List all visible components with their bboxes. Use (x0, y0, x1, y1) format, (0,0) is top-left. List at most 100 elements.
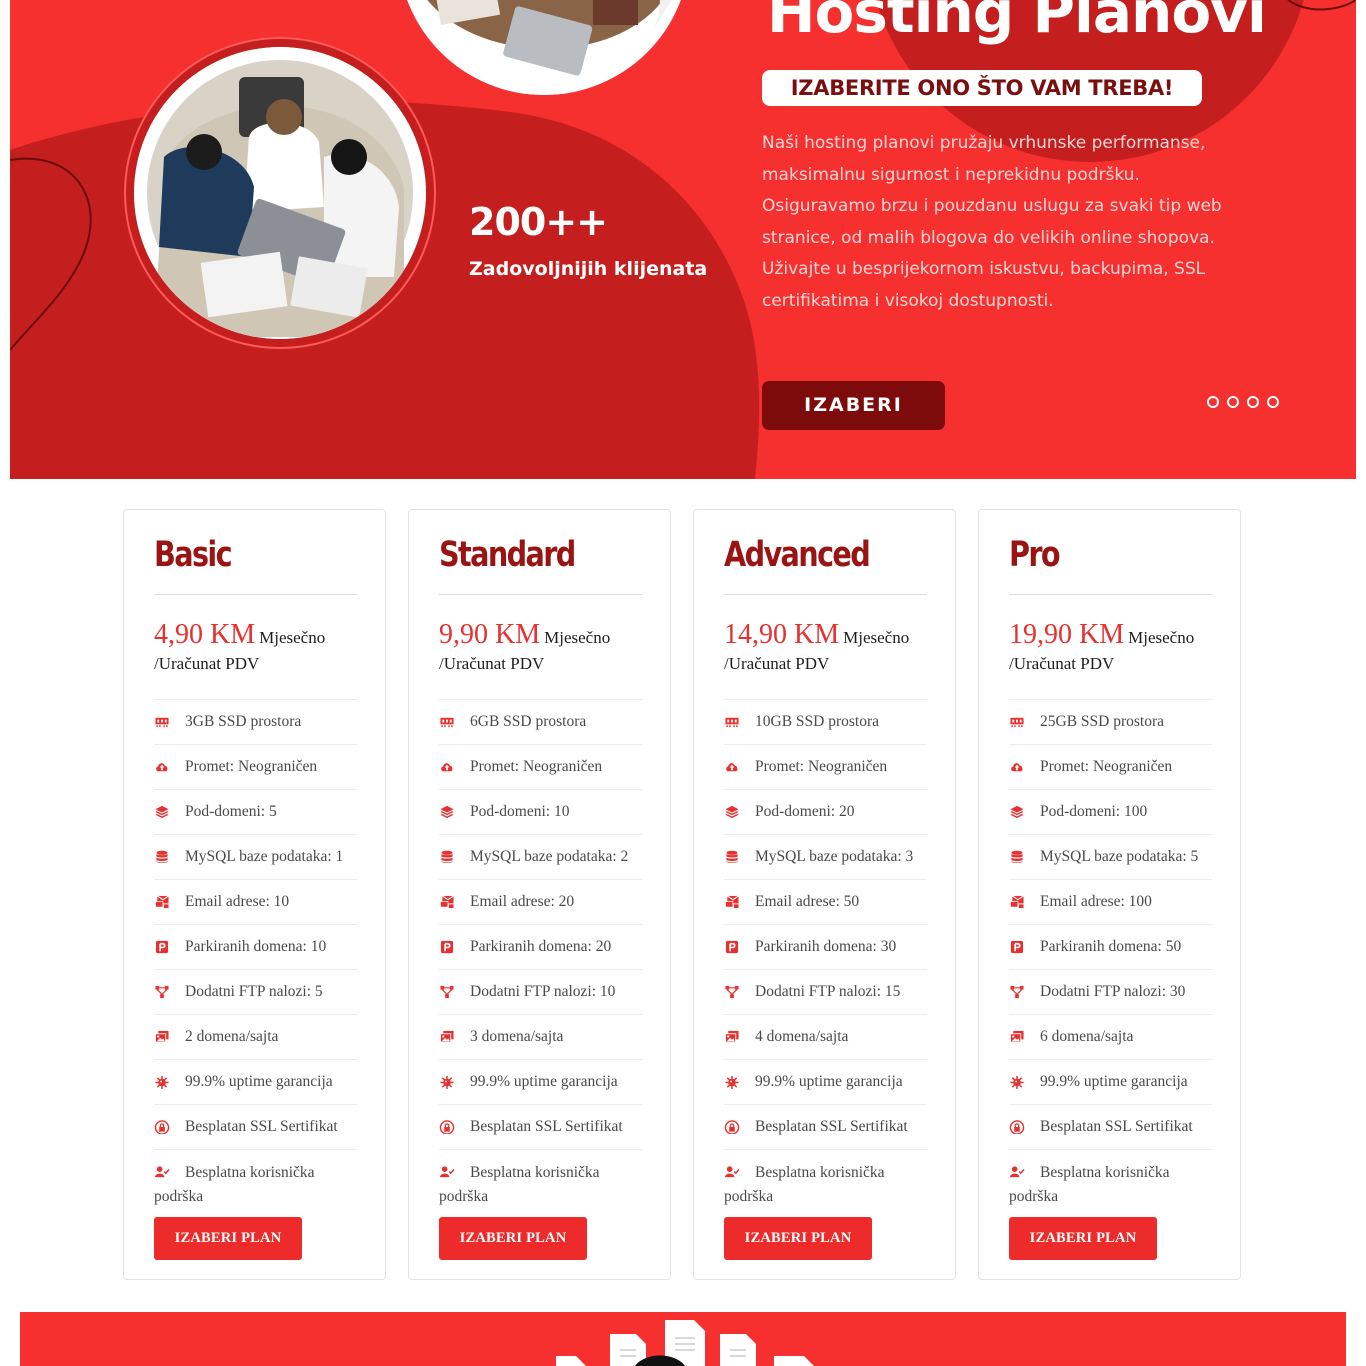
hero-title: Hosting Planovi (767, 0, 1267, 46)
mail-bulk-icon (1010, 895, 1024, 909)
parking-icon (1010, 940, 1024, 954)
plan-price-block: 4,90 KM Mjesečno/Uračunat PDV (154, 619, 357, 688)
slider-dot-1[interactable] (1207, 396, 1219, 408)
plan-feature: 3GB SSD prostora (154, 699, 357, 744)
plan-feature-text: Parkiranih domena: 30 (755, 938, 897, 955)
mail-bulk-icon (725, 895, 739, 909)
hero-cta-button[interactable]: IZABERI (762, 381, 945, 430)
memory-icon (155, 717, 169, 728)
parking-icon (155, 940, 169, 954)
plan-feature-text: 3GB SSD prostora (185, 713, 302, 730)
choose-plan-button[interactable]: IZABERI PLAN (724, 1217, 872, 1260)
plan-card-advanced: Advanced 14,90 KM Mjesečno/Uračunat PDV 10G… (693, 509, 956, 1280)
plan-feature: Parkiranih domena: 10 (154, 924, 357, 969)
plan-feature-text: Dodatni FTP nalozi: 10 (470, 983, 616, 1000)
plan-feature: Dodatni FTP nalozi: 30 (1009, 969, 1212, 1014)
plan-price-block: 14,90 KM Mjesečno/Uračunat PDV (724, 619, 927, 688)
plan-feature-text: Promet: Neograničen (1040, 758, 1173, 775)
plan-feature-text: 2 domena/sajta (185, 1028, 279, 1045)
plan-feature: MySQL baze podataka: 3 (724, 834, 927, 879)
network-icon (440, 985, 454, 999)
plan-price: 14,90 KM (724, 619, 840, 650)
clients-label: Zadovoljnijih klijenata (469, 258, 708, 280)
choose-plan-button[interactable]: IZABERI PLAN (1009, 1217, 1157, 1260)
plan-price-block: 19,90 KM Mjesečno/Uračunat PDV (1009, 619, 1212, 688)
plan-feature-text: Promet: Neograničen (470, 758, 603, 775)
plan-feature-text: MySQL baze podataka: 1 (185, 848, 344, 865)
plan-feature: Email adrese: 100 (1009, 879, 1212, 924)
plan-feature: Besplatna korisnička podrška (724, 1149, 927, 1217)
plan-feature-text: Besplatan SSL Sertifikat (470, 1118, 623, 1135)
plan-feature: Besplatna korisnička podrška (439, 1149, 642, 1217)
plan-title: Standard (439, 535, 576, 575)
plan-feature: Parkiranih domena: 30 (724, 924, 927, 969)
ssl-lock-icon (439, 1120, 455, 1134)
team-photo-circle (134, 47, 426, 339)
bottom-banner (20, 1312, 1346, 1366)
plan-feature-text: Dodatni FTP nalozi: 5 (185, 983, 323, 1000)
user-check-icon (155, 1166, 170, 1178)
clients-count: 200++ (469, 200, 608, 244)
memory-icon (725, 717, 739, 728)
plan-feature: 6 domena/sajta (1009, 1014, 1212, 1059)
images-icon (1010, 1030, 1024, 1043)
hero-tagline: IZABERITE ONO ŠTO VAM TREBA! (762, 70, 1202, 106)
plan-period: Mjesečno (544, 628, 611, 647)
slider-dot-2[interactable] (1227, 396, 1239, 408)
plan-feature-text: Email adrese: 100 (1040, 893, 1152, 910)
plan-feature-text: Besplatna korisnička podrška (439, 1164, 600, 1205)
plan-feature: Dodatni FTP nalozi: 15 (724, 969, 927, 1014)
plan-feature-text: MySQL baze podataka: 5 (1040, 848, 1199, 865)
plan-vat-note: /Uračunat PDV (724, 654, 830, 673)
team-photo-top (398, 0, 690, 95)
plan-feature: Pod-domeni: 20 (724, 789, 927, 834)
plan-feature-list: 3GB SSD prostora Promet: Neograničen Pod-d… (154, 699, 357, 1217)
layers-icon (155, 805, 169, 819)
divider (724, 594, 927, 595)
images-icon (725, 1030, 739, 1043)
plan-feature: MySQL baze podataka: 5 (1009, 834, 1212, 879)
memory-icon (440, 717, 454, 728)
plan-feature: Besplatna korisnička podrška (154, 1149, 357, 1217)
plan-feature-text: Promet: Neograničen (185, 758, 318, 775)
plan-feature-text: 4 domena/sajta (755, 1028, 849, 1045)
choose-plan-button[interactable]: IZABERI PLAN (439, 1217, 587, 1260)
plan-period: Mjesečno (259, 628, 326, 647)
plan-feature: MySQL baze podataka: 1 (154, 834, 357, 879)
plan-feature-text: Email adrese: 50 (755, 893, 860, 910)
plan-feature: Email adrese: 20 (439, 879, 642, 924)
plan-feature: Besplatan SSL Sertifikat (154, 1104, 357, 1149)
plan-feature-text: Parkiranih domena: 50 (1040, 938, 1182, 955)
divider (1009, 594, 1212, 595)
virus-icon (725, 1075, 739, 1089)
choose-plan-button[interactable]: IZABERI PLAN (154, 1217, 302, 1260)
parking-icon (725, 940, 739, 954)
plan-feature-text: MySQL baze podataka: 2 (470, 848, 629, 865)
plan-feature-text: MySQL baze podataka: 3 (755, 848, 914, 865)
plan-feature: 99.9% uptime garancija (1009, 1059, 1212, 1104)
slider-dot-4[interactable] (1267, 396, 1279, 408)
divider (154, 594, 357, 595)
plan-feature-text: 99.9% uptime garancija (470, 1073, 618, 1090)
hero-banner: 200++ Zadovoljnijih klijenata Hosting Pl… (10, 0, 1356, 479)
plan-feature-text: Pod-domeni: 20 (755, 803, 855, 820)
layers-icon (440, 805, 454, 819)
user-check-icon (725, 1166, 740, 1178)
database-icon (441, 850, 453, 863)
plan-feature: 6GB SSD prostora (439, 699, 642, 744)
memory-icon (1010, 717, 1024, 728)
plan-feature-text: 6 domena/sajta (1040, 1028, 1134, 1045)
plan-feature-text: Besplatna korisnička podrška (724, 1164, 885, 1205)
plan-feature-text: Besplatna korisnička podrška (1009, 1164, 1170, 1205)
plan-feature: 99.9% uptime garancija (724, 1059, 927, 1104)
plan-feature: Besplatan SSL Sertifikat (724, 1104, 927, 1149)
plan-feature-text: Pod-domeni: 5 (185, 803, 277, 820)
mail-bulk-icon (155, 895, 169, 909)
plan-feature: 25GB SSD prostora (1009, 699, 1212, 744)
plan-feature: Pod-domeni: 10 (439, 789, 642, 834)
slider-dot-3[interactable] (1247, 396, 1259, 408)
plan-feature: Dodatni FTP nalozi: 5 (154, 969, 357, 1014)
plan-feature-list: 6GB SSD prostora Promet: Neograničen Pod-d… (439, 699, 642, 1217)
plan-vat-note: /Uračunat PDV (1009, 654, 1115, 673)
plan-card-basic: Basic 4,90 KM Mjesečno/Uračunat PDV 3GB SSD… (123, 509, 386, 1280)
